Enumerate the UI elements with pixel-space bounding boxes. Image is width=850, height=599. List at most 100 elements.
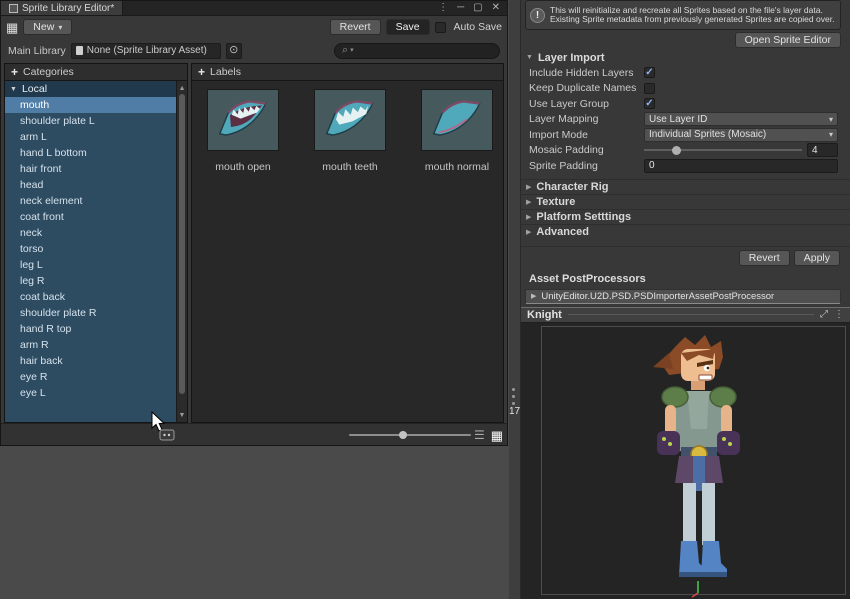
- labels-panel: + Labels: [191, 63, 504, 423]
- platform-settings-section[interactable]: ▶ Platform Setttings: [521, 209, 850, 224]
- sprite-library-icon: ▦: [6, 21, 18, 34]
- sprite-thumbnail-mouth-normal[interactable]: [421, 89, 493, 151]
- window-menu-icon[interactable]: ⋮: [438, 3, 448, 13]
- categories-header: + Categories: [5, 64, 187, 81]
- revert-button[interactable]: Revert: [330, 19, 381, 35]
- label-item-mouth-teeth[interactable]: mouth teeth: [314, 89, 386, 173]
- preview-menu-icon[interactable]: ⋮: [834, 310, 844, 320]
- categories-scrollbar[interactable]: ▼ ▼: [176, 81, 187, 422]
- category-item[interactable]: shoulder plate R: [5, 305, 176, 321]
- preview-popout-icon[interactable]: ⤢: [820, 310, 828, 320]
- preview-title: Knight: [527, 309, 562, 321]
- tab-sprite-library-editor[interactable]: Sprite Library Editor*: [1, 1, 123, 15]
- maximize-icon[interactable]: ▢: [473, 3, 482, 13]
- category-item[interactable]: head: [5, 177, 176, 193]
- layer-mapping-row: Layer Mapping Use Layer ID ▾: [521, 112, 850, 128]
- category-item[interactable]: hand L bottom: [5, 145, 176, 161]
- add-category-button[interactable]: +: [11, 65, 18, 79]
- panel-divider-strip[interactable]: 17: [509, 0, 520, 599]
- advanced-section[interactable]: ▶ Advanced: [521, 224, 850, 239]
- slider-handle[interactable]: [672, 146, 681, 155]
- mosaic-padding-field[interactable]: 4: [807, 143, 838, 157]
- layer-mapping-label: Layer Mapping: [529, 113, 644, 125]
- category-item[interactable]: coat back: [5, 289, 176, 305]
- sprite-thumbnail-mouth-teeth[interactable]: [314, 89, 386, 151]
- screen: Sprite Library Editor* ⋮ ─ ▢ ✕ ▦ New ▾ R…: [0, 0, 850, 599]
- foldout-closed-icon: ▶: [526, 198, 531, 206]
- preview-header[interactable]: Knight ⤢ ⋮: [521, 307, 850, 323]
- foldout-closed-icon: ▶: [526, 228, 531, 236]
- category-item[interactable]: leg R: [5, 273, 176, 289]
- close-icon[interactable]: ✕: [492, 3, 500, 13]
- open-sprite-editor-button[interactable]: Open Sprite Editor: [735, 32, 841, 48]
- import-mode-row: Import Mode Individual Sprites (Mosaic) …: [521, 127, 850, 143]
- scroll-down-icon[interactable]: ▼: [177, 410, 187, 422]
- open-sprite-editor-row: Open Sprite Editor: [521, 32, 850, 50]
- save-button[interactable]: Save: [386, 19, 430, 35]
- category-item[interactable]: hair front: [5, 161, 176, 177]
- mouth-normal-sprite: [425, 97, 489, 143]
- grid-view-icon[interactable]: ▦: [491, 429, 503, 442]
- category-item[interactable]: neck element: [5, 193, 176, 209]
- use-layer-group-checkbox[interactable]: ✓: [644, 98, 655, 109]
- category-item[interactable]: coat front: [5, 209, 176, 225]
- revert-apply-row: Revert Apply: [521, 246, 850, 264]
- postprocessor-item[interactable]: ▶ UnityEditor.U2D.PSD.PSDImporterAssetPo…: [525, 289, 841, 304]
- knight-sprite: [639, 333, 751, 583]
- auto-save-checkbox[interactable]: ✓: [435, 22, 446, 33]
- category-item[interactable]: shoulder plate L: [5, 113, 176, 129]
- mosaic-padding-slider[interactable]: [644, 143, 802, 157]
- layer-import-section[interactable]: ▼ Layer Import: [521, 50, 850, 65]
- scroll-up-icon[interactable]: ▼: [177, 81, 187, 93]
- check-icon: ✓: [645, 67, 653, 78]
- scrollbar-thumb[interactable]: [179, 94, 185, 394]
- minimize-icon[interactable]: ─: [457, 3, 464, 13]
- sprite-padding-field[interactable]: 0: [644, 159, 838, 173]
- preview-area: [521, 323, 850, 599]
- include-hidden-layers-checkbox[interactable]: ✓: [644, 67, 655, 78]
- keep-duplicate-names-label: Keep Duplicate Names: [529, 82, 644, 94]
- main-library-object-field[interactable]: None (Sprite Library Asset): [71, 43, 221, 59]
- new-button[interactable]: New ▾: [23, 19, 72, 35]
- window-bottom-bar: ☰ ▦: [1, 423, 507, 445]
- character-rig-section[interactable]: ▶ Character Rig: [521, 179, 850, 194]
- inspector-panel: ! This will reinitialize and recreate al…: [520, 0, 850, 599]
- category-item[interactable]: eye R: [5, 369, 176, 385]
- sprite-padding-row: Sprite Padding 0: [521, 158, 850, 174]
- label-item-mouth-normal[interactable]: mouth normal: [421, 89, 493, 173]
- help-text: This will reinitialize and recreate all …: [550, 6, 836, 25]
- keep-duplicate-names-checkbox[interactable]: ✓: [644, 83, 655, 94]
- thumbnail-zoom-slider[interactable]: [349, 424, 471, 446]
- category-item[interactable]: mouth: [5, 97, 176, 113]
- layer-mapping-dropdown[interactable]: Use Layer ID ▾: [644, 112, 838, 126]
- sprite-library-editor-window: Sprite Library Editor* ⋮ ─ ▢ ✕ ▦ New ▾ R…: [0, 0, 508, 446]
- category-item[interactable]: arm R: [5, 337, 176, 353]
- drag-handle-icon[interactable]: [512, 388, 515, 405]
- slider-handle[interactable]: [399, 431, 407, 439]
- category-item[interactable]: hand R top: [5, 321, 176, 337]
- category-group-local[interactable]: ▼ Local: [5, 81, 176, 97]
- list-view-icon[interactable]: ☰: [474, 429, 485, 441]
- include-hidden-layers-label: Include Hidden Layers: [529, 67, 644, 79]
- inspector-revert-button[interactable]: Revert: [739, 250, 790, 266]
- category-item[interactable]: torso: [5, 241, 176, 257]
- add-label-button[interactable]: +: [198, 65, 205, 79]
- import-mode-dropdown[interactable]: Individual Sprites (Mosaic) ▾: [644, 128, 838, 142]
- category-item[interactable]: arm L: [5, 129, 176, 145]
- slider-track: [644, 149, 802, 151]
- category-item[interactable]: hair back: [5, 353, 176, 369]
- inspector-apply-button[interactable]: Apply: [794, 250, 840, 266]
- labels-grid: mouth open mouth t: [192, 81, 503, 422]
- sprite-thumbnail-mouth-open[interactable]: [207, 89, 279, 151]
- category-item[interactable]: leg L: [5, 257, 176, 273]
- search-input[interactable]: ⌕ ▾: [334, 43, 500, 59]
- texture-section[interactable]: ▶ Texture: [521, 194, 850, 209]
- texture-label: Texture: [536, 196, 575, 208]
- label-item-mouth-open[interactable]: mouth open: [207, 89, 279, 173]
- object-picker-icon: ⊙: [229, 45, 238, 56]
- category-item[interactable]: neck: [5, 225, 176, 241]
- object-picker-button[interactable]: ⊙: [226, 43, 242, 59]
- tab-strip: Sprite Library Editor* ⋮ ─ ▢ ✕: [1, 1, 507, 16]
- label-caption: mouth normal: [425, 161, 489, 173]
- category-item[interactable]: eye L: [5, 385, 176, 401]
